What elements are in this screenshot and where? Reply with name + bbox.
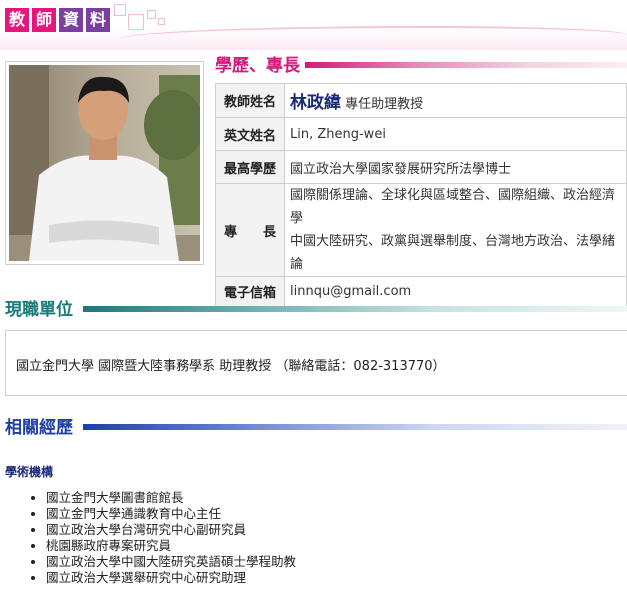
title-char-1: 教 [5, 8, 29, 32]
info-row-degree: 最高學歷 國立政治大學國家發展研究所法學博士 [215, 150, 627, 184]
name-cell: 林政緯 專任助理教授 [284, 83, 627, 118]
education-section-bar [305, 62, 627, 68]
list-item: 國立政治大學台灣研究中心副研究員 [46, 522, 296, 538]
specialty-line-2: 中國大陸研究、政黨與選舉制度、台灣地方政治、法學緒論 [290, 234, 616, 272]
list-item: 桃園縣政府專案研究員 [46, 538, 296, 554]
teacher-info-table: 教師姓名 林政緯 專任助理教授 英文姓名 Lin, Zheng-wei 最高學歷… [215, 83, 627, 307]
academic-category: 學術機構 [5, 465, 54, 479]
education-section-title: 學歷、專長 [215, 56, 300, 76]
email-value: linnqu@gmail.com [284, 276, 627, 307]
title-char-3: 資 [59, 8, 83, 32]
title-char-2: 師 [32, 8, 56, 32]
info-row-english-name: 英文姓名 Lin, Zheng-wei [215, 117, 627, 151]
current-unit-box: 國立金門大學 國際暨大陸事務學系 助理教授 （聯絡電話：082-313770） [5, 330, 627, 396]
info-row-name: 教師姓名 林政緯 專任助理教授 [215, 83, 627, 118]
specialty-label: 專 長 [215, 183, 285, 277]
deco-square [158, 18, 165, 25]
header-swoosh [120, 26, 627, 48]
list-item: 國立政治大學選舉研究中心研究助理 [46, 570, 296, 586]
degree-label: 最高學歷 [215, 150, 285, 184]
teacher-photo [5, 61, 204, 265]
degree-value: 國立政治大學國家發展研究所法學博士 [284, 150, 627, 184]
english-name-label: 英文姓名 [215, 117, 285, 151]
current-unit-title: 現職單位 [5, 300, 73, 320]
english-name-value: Lin, Zheng-wei [284, 117, 627, 151]
list-item: 國立政治大學中國大陸研究英語碩士學程助教 [46, 554, 296, 570]
deco-square [128, 14, 144, 30]
email-label: 電子信箱 [215, 276, 285, 307]
experience-bar [83, 424, 627, 430]
current-unit-text: 國立金門大學 國際暨大陸事務學系 助理教授 （聯絡電話：082-313770） [16, 359, 446, 374]
info-row-email: 電子信箱 linnqu@gmail.com [215, 276, 627, 307]
info-row-specialty: 專 長 國際關係理論、全球化與區域整合、國際組織、政治經濟學 中國大陸研究、政黨… [215, 183, 627, 277]
teacher-name: 林政緯 [290, 93, 341, 113]
specialty-value: 國際關係理論、全球化與區域整合、國際組織、政治經濟學 中國大陸研究、政黨與選舉制… [284, 183, 627, 277]
title-char-4: 料 [86, 8, 110, 32]
deco-square [114, 4, 126, 16]
header-banner: 教 師 資 料 [0, 0, 627, 50]
experience-list: 國立金門大學圖書館館長 國立金門大學通識教育中心主任 國立政治大學台灣研究中心副… [28, 490, 296, 586]
current-unit-bar [83, 306, 627, 312]
teacher-rank: 專任助理教授 [345, 97, 424, 112]
name-label: 教師姓名 [215, 83, 285, 118]
specialty-line-1: 國際關係理論、全球化與區域整合、國際組織、政治經濟學 [290, 188, 616, 226]
list-item: 國立金門大學圖書館館長 [46, 490, 296, 506]
list-item: 國立金門大學通識教育中心主任 [46, 506, 296, 522]
experience-title: 相關經歷 [5, 418, 73, 438]
deco-square [147, 10, 156, 19]
